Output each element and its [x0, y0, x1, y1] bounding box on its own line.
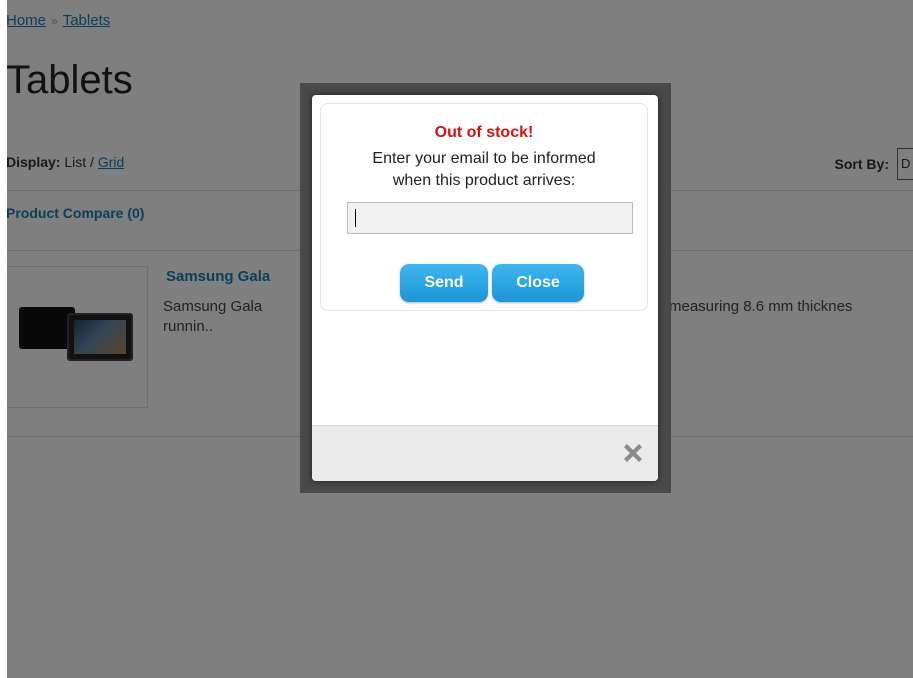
close-button[interactable]: Close — [492, 264, 584, 302]
dialog-footer — [312, 425, 658, 481]
notify-form: Out of stock! Enter your email to be inf… — [320, 103, 648, 311]
text-cursor — [355, 209, 356, 227]
notify-message: Enter your email to be informed when thi… — [321, 148, 647, 192]
close-x-icon[interactable] — [620, 440, 646, 466]
notify-message-line1: Enter your email to be informed — [372, 150, 596, 167]
email-input[interactable] — [347, 202, 633, 234]
notify-message-line2: when this product arrives: — [392, 172, 576, 189]
page-left-edge — [0, 0, 7, 678]
send-button[interactable]: Send — [400, 264, 488, 302]
out-of-stock-title: Out of stock! — [434, 124, 534, 141]
out-of-stock-dialog: Out of stock! Enter your email to be inf… — [312, 95, 658, 481]
